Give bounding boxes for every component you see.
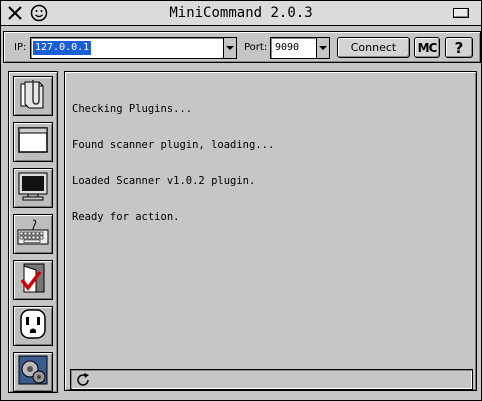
power-outlet-icon bbox=[18, 308, 48, 344]
sidebar-item-power-outlet[interactable] bbox=[13, 306, 53, 346]
port-label: Port: bbox=[244, 42, 268, 53]
window-icon bbox=[18, 127, 48, 157]
sidebar-item-keyboard[interactable] bbox=[13, 214, 53, 254]
title-bar: MiniCommand 2.0.3 bbox=[1, 1, 481, 26]
connect-button[interactable]: Connect bbox=[337, 37, 410, 58]
ip-label: IP: bbox=[14, 42, 27, 53]
console-line: Checking Plugins... bbox=[72, 103, 193, 115]
console-line: Ready for action. bbox=[72, 211, 180, 223]
red-check-icon bbox=[18, 262, 48, 298]
app-window: MiniCommand 2.0.3 IP: 127.0.0.1 Port: 90… bbox=[0, 0, 482, 401]
clipboard-icon bbox=[17, 78, 49, 114]
help-button[interactable]: ? bbox=[445, 37, 473, 58]
sidebar-item-clipboard[interactable] bbox=[13, 76, 53, 116]
console-panel: Checking Plugins... Found scanner plugin… bbox=[64, 71, 477, 391]
gears-icon bbox=[17, 354, 49, 390]
monitor-icon bbox=[17, 171, 49, 205]
ip-dropdown-icon[interactable] bbox=[223, 38, 236, 58]
refresh-icon[interactable] bbox=[74, 371, 92, 389]
keyboard-icon bbox=[17, 218, 49, 250]
connection-toolbar: IP: 127.0.0.1 Port: 9090 Connect MC ? bbox=[3, 31, 481, 63]
sidebar-item-monitor[interactable] bbox=[13, 168, 53, 208]
sidebar-item-red-check[interactable] bbox=[13, 260, 53, 300]
console-line: Loaded Scanner v1.0.2 plugin. bbox=[72, 175, 256, 187]
ip-input[interactable]: 127.0.0.1 bbox=[30, 37, 237, 59]
ip-value: 127.0.0.1 bbox=[33, 41, 92, 55]
console-line: Found scanner plugin, loading... bbox=[72, 139, 275, 151]
port-value: 9090 bbox=[275, 42, 300, 53]
port-input[interactable]: 9090 bbox=[270, 37, 330, 59]
sidebar-item-window[interactable] bbox=[13, 122, 53, 162]
status-bar bbox=[70, 369, 473, 390]
port-dropdown-icon[interactable] bbox=[316, 38, 329, 58]
minimize-icon[interactable] bbox=[453, 8, 469, 18]
plugin-sidebar bbox=[8, 71, 58, 393]
mc-button[interactable]: MC bbox=[414, 37, 440, 58]
window-title: MiniCommand 2.0.3 bbox=[169, 5, 313, 21]
sidebar-item-gears[interactable] bbox=[13, 352, 53, 392]
console-output: Checking Plugins... Found scanner plugin… bbox=[72, 79, 274, 247]
